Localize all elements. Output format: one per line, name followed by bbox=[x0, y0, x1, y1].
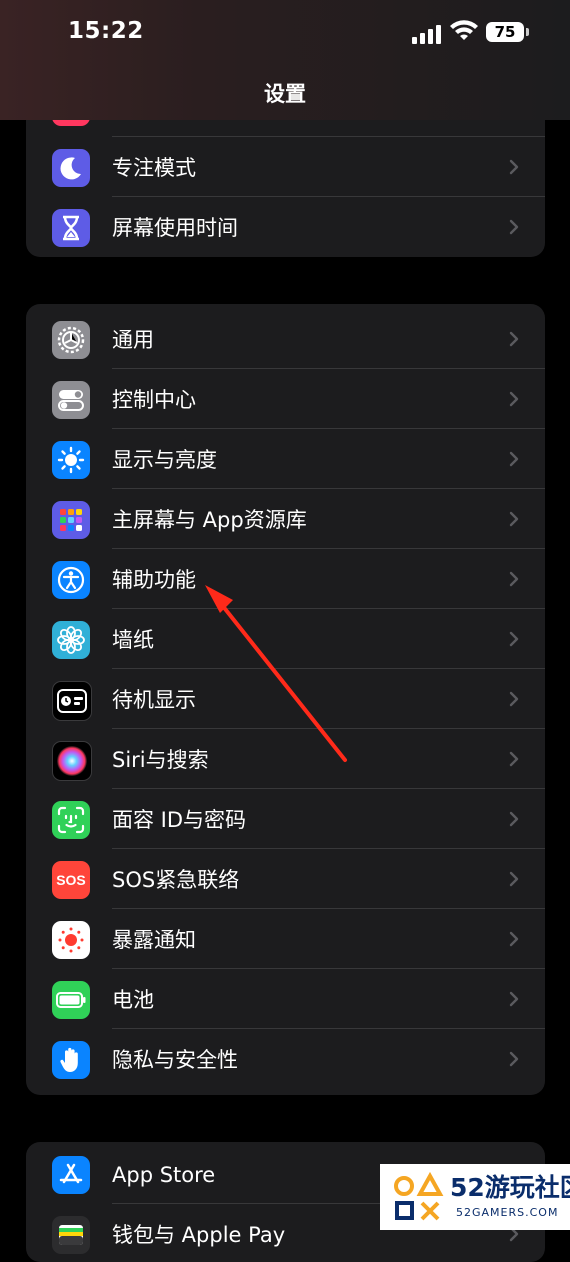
chevron-right-icon bbox=[509, 331, 519, 347]
watermark-logo: 52游玩社区 52GAMERS.COM bbox=[380, 1164, 570, 1230]
settings-row-label: SOS紧急联络 bbox=[112, 868, 240, 892]
chevron-right-icon bbox=[509, 451, 519, 467]
settings-group-general: 通用控制中心显示与亮度主屏幕与 App资源库 辅助功能墙纸待机显示 Siri与搜索面… bbox=[26, 304, 545, 1095]
chevron-right-icon bbox=[509, 511, 519, 527]
chevron-right-icon bbox=[509, 159, 519, 175]
gear-icon bbox=[52, 321, 90, 359]
hand-icon bbox=[52, 1041, 90, 1079]
chevron-right-icon bbox=[509, 991, 519, 1007]
hourglass-icon bbox=[52, 209, 90, 247]
settings-row-label: 钱包与 Apple Pay bbox=[112, 1223, 286, 1247]
siri-icon bbox=[52, 741, 92, 781]
settings-row-label: 暴露通知 bbox=[112, 928, 196, 952]
status-bar: 15:22 75 设置 bbox=[0, 0, 570, 120]
sun-icon bbox=[52, 441, 90, 479]
settings-row-moon[interactable]: 专注模式 bbox=[26, 137, 545, 197]
moon-icon bbox=[52, 149, 90, 187]
toggles-icon bbox=[52, 381, 90, 419]
app-grid-icon bbox=[52, 501, 90, 539]
settings-group-focus: 专注模式屏幕使用时间 bbox=[26, 120, 545, 257]
settings-row-siri[interactable]: Siri与搜索 bbox=[26, 729, 545, 789]
status-time: 15:22 bbox=[68, 18, 144, 44]
settings-row-label: 控制中心 bbox=[112, 388, 196, 412]
settings-row-sos[interactable]: SOS SOS紧急联络 bbox=[26, 849, 545, 909]
settings-row-toggles[interactable]: 控制中心 bbox=[26, 369, 545, 429]
exposure-icon bbox=[52, 921, 90, 959]
settings-row-exposure[interactable]: 暴露通知 bbox=[26, 909, 545, 969]
chevron-right-icon bbox=[509, 691, 519, 707]
settings-row-label: 电池 bbox=[112, 988, 154, 1012]
wallet-icon bbox=[52, 1216, 90, 1254]
watermark-subtitle: 52GAMERS.COM bbox=[456, 1206, 559, 1219]
chevron-right-icon bbox=[509, 391, 519, 407]
cellular-signal-icon bbox=[412, 24, 442, 44]
settings-row-label: App Store bbox=[112, 1163, 216, 1187]
app-store-icon bbox=[52, 1156, 90, 1194]
settings-row-hourglass[interactable]: 屏幕使用时间 bbox=[26, 197, 545, 257]
chevron-right-icon bbox=[509, 871, 519, 887]
accessibility-icon bbox=[52, 561, 90, 599]
page-title: 设置 bbox=[264, 82, 306, 106]
chevron-right-icon bbox=[509, 631, 519, 647]
settings-row-battery[interactable]: 电池 bbox=[26, 969, 545, 1029]
settings-row-label: 面容 ID与密码 bbox=[112, 808, 247, 832]
settings-row-label: 主屏幕与 App资源库 bbox=[112, 508, 307, 532]
wifi-icon bbox=[450, 20, 478, 40]
settings-row-standby[interactable]: 待机显示 bbox=[26, 669, 545, 729]
settings-row-flower[interactable]: 墙纸 bbox=[26, 609, 545, 669]
chevron-right-icon bbox=[509, 931, 519, 947]
watermark-emblem-icon bbox=[394, 1172, 444, 1221]
settings-row-label: 隐私与安全性 bbox=[112, 1048, 238, 1072]
battery-indicator: 75 bbox=[486, 22, 529, 42]
notifications-icon bbox=[52, 120, 90, 126]
settings-row-app-grid[interactable]: 主屏幕与 App资源库 bbox=[26, 489, 545, 549]
chevron-right-icon bbox=[509, 219, 519, 235]
settings-row-hand[interactable]: 隐私与安全性 bbox=[26, 1029, 545, 1089]
settings-row-label: Siri与搜索 bbox=[112, 748, 209, 772]
settings-row-label: 屏幕使用时间 bbox=[112, 216, 238, 240]
chevron-right-icon bbox=[509, 1051, 519, 1067]
sos-icon: SOS bbox=[52, 861, 90, 899]
settings-row-label: 墙纸 bbox=[112, 628, 154, 652]
flower-icon bbox=[52, 621, 90, 659]
standby-icon bbox=[52, 681, 92, 721]
settings-row-label: 专注模式 bbox=[112, 156, 196, 180]
settings-row-face-id[interactable]: 面容 ID与密码 bbox=[26, 789, 545, 849]
chevron-right-icon bbox=[509, 571, 519, 587]
chevron-right-icon bbox=[509, 751, 519, 767]
battery-icon bbox=[52, 981, 90, 1019]
settings-row-label: 待机显示 bbox=[112, 688, 196, 712]
chevron-right-icon bbox=[509, 811, 519, 827]
settings-row-label: 辅助功能 bbox=[112, 568, 196, 592]
settings-row-sun[interactable]: 显示与亮度 bbox=[26, 429, 545, 489]
settings-row-label: 通用 bbox=[112, 328, 154, 352]
watermark-title: 52游玩社区 bbox=[450, 1173, 570, 1202]
settings-row-gear[interactable]: 通用 bbox=[26, 309, 545, 369]
settings-row-label: 显示与亮度 bbox=[112, 448, 217, 472]
settings-row-accessibility[interactable]: 辅助功能 bbox=[26, 549, 545, 609]
face-id-icon bbox=[52, 801, 90, 839]
